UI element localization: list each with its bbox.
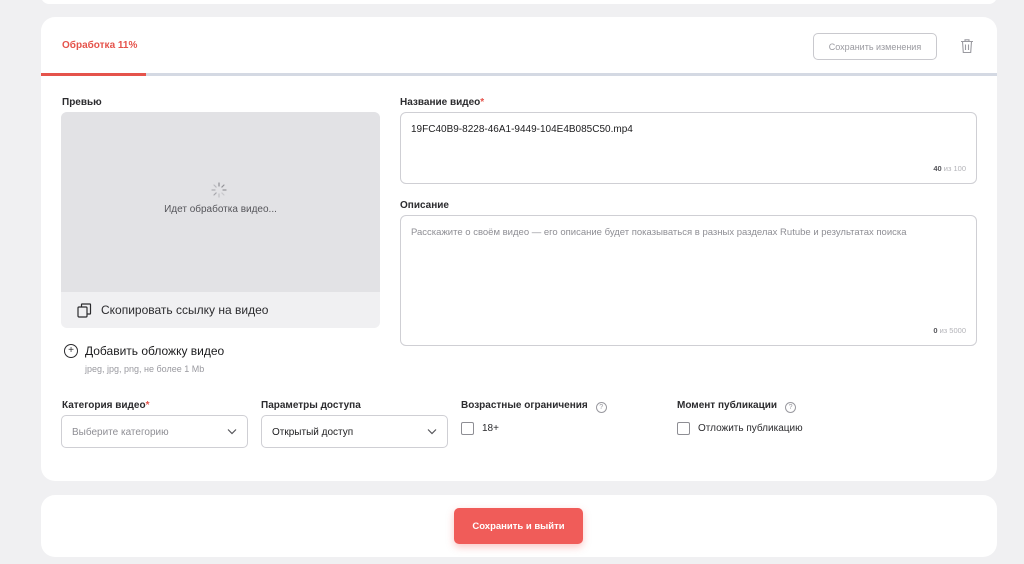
description-counter: 0 из 5000 bbox=[933, 326, 966, 335]
required-mark: * bbox=[145, 400, 150, 411]
video-edit-card: Обработка 11% Сохранить изменения Превью bbox=[41, 17, 997, 481]
description-placeholder: Расскажите о своём видео — его описание … bbox=[411, 227, 907, 238]
age-checkbox-row[interactable]: 18+ bbox=[461, 422, 499, 435]
preview-area: Идет обработка видео... bbox=[61, 112, 380, 292]
footer-card: Сохранить и выйти bbox=[41, 495, 997, 557]
title-count-suffix: из 100 bbox=[943, 164, 966, 173]
title-label-text: Название видео bbox=[400, 97, 481, 108]
category-placeholder: Выберите категорию bbox=[72, 427, 169, 438]
help-icon[interactable]: ? bbox=[785, 402, 797, 413]
add-cover-button[interactable]: + Добавить обложку видео bbox=[64, 344, 224, 358]
progress-track bbox=[41, 73, 997, 76]
description-count-suffix: из 5000 bbox=[939, 326, 966, 335]
age-checkbox[interactable] bbox=[461, 422, 474, 435]
category-label: Категория видео* bbox=[62, 400, 149, 411]
publish-label: Момент публикации? bbox=[677, 400, 797, 413]
processing-text: Идет обработка видео... bbox=[164, 204, 277, 215]
title-count: 40 bbox=[933, 164, 942, 173]
card-header: Обработка 11% Сохранить изменения bbox=[41, 17, 997, 77]
description-label: Описание bbox=[400, 200, 449, 211]
age-label: Возрастные ограничения? bbox=[461, 400, 607, 413]
required-mark: * bbox=[480, 97, 485, 108]
previous-card bbox=[41, 0, 997, 4]
access-label: Параметры доступа bbox=[261, 400, 361, 411]
publish-checkbox-row[interactable]: Отложить публикацию bbox=[677, 422, 803, 435]
title-label: Название видео* bbox=[400, 97, 484, 108]
copy-link-button[interactable]: Скопировать ссылку на видео bbox=[77, 300, 268, 320]
chevron-down-icon bbox=[427, 429, 437, 435]
copy-icon bbox=[77, 302, 92, 318]
category-select[interactable]: Выберите категорию bbox=[61, 415, 248, 448]
help-icon[interactable]: ? bbox=[595, 402, 607, 413]
preview-label: Превью bbox=[62, 97, 102, 108]
description-field[interactable]: Расскажите о своём видео — его описание … bbox=[400, 215, 977, 346]
title-counter: 40 из 100 bbox=[933, 164, 966, 173]
progress-fill bbox=[41, 73, 147, 76]
title-field[interactable]: 19FC40B9-8228-46A1-9449-104E4B085C50.mp4… bbox=[400, 112, 977, 184]
spinner-icon bbox=[211, 182, 227, 198]
delay-publication-checkbox[interactable] bbox=[677, 422, 690, 435]
trash-icon[interactable] bbox=[960, 38, 974, 54]
cover-hint: jpeg, jpg, png, не более 1 Mb bbox=[85, 364, 205, 374]
age-label-text: Возрастные ограничения bbox=[461, 400, 588, 411]
publish-option-label: Отложить публикацию bbox=[698, 423, 803, 434]
publish-label-text: Момент публикации bbox=[677, 400, 778, 411]
preview-box: Идет обработка видео... Скопировать ссыл… bbox=[61, 112, 380, 328]
add-cover-label: Добавить обложку видео bbox=[85, 344, 225, 358]
processing-status: Обработка 11% bbox=[62, 40, 138, 51]
age-option-label: 18+ bbox=[482, 423, 499, 434]
access-select[interactable]: Открытый доступ bbox=[261, 415, 448, 448]
plus-icon: + bbox=[64, 344, 78, 358]
description-count: 0 bbox=[933, 326, 938, 335]
save-and-exit-button[interactable]: Сохранить и выйти bbox=[454, 508, 583, 544]
chevron-down-icon bbox=[227, 429, 237, 435]
access-value: Открытый доступ bbox=[272, 427, 354, 438]
title-value: 19FC40B9-8228-46A1-9449-104E4B085C50.mp4 bbox=[411, 124, 633, 135]
copy-link-label: Скопировать ссылку на видео bbox=[101, 303, 269, 317]
category-label-text: Категория видео bbox=[62, 400, 146, 411]
save-changes-button[interactable]: Сохранить изменения bbox=[813, 33, 937, 60]
